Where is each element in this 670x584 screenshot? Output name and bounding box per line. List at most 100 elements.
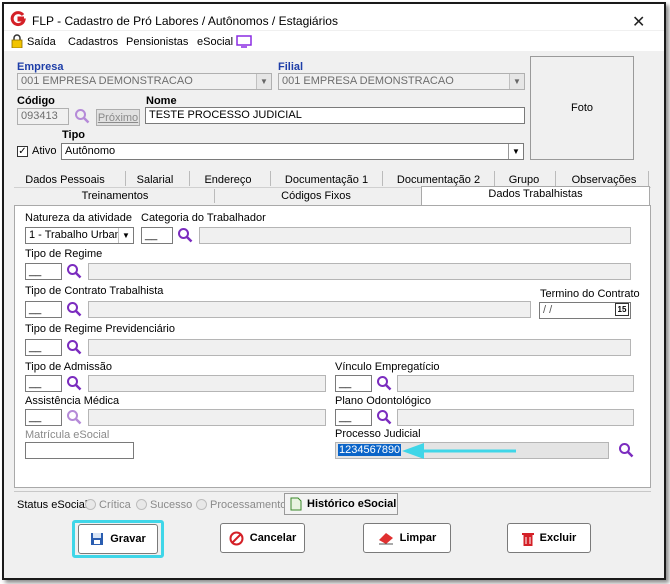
window-title: FLP - Cadastro de Pró Labores / Autônomo…: [32, 14, 338, 28]
calendar-icon[interactable]: 15: [615, 303, 629, 316]
regime-prev-code-input[interactable]: __: [25, 339, 62, 356]
cancel-icon: [229, 531, 244, 545]
gravar-button[interactable]: Gravar: [78, 524, 158, 554]
tab-divider: [125, 171, 126, 186]
search-icon[interactable]: [376, 375, 392, 391]
tab-dados-pessoais[interactable]: Dados Pessoais: [20, 174, 110, 188]
processamento-radio[interactable]: [196, 499, 207, 510]
limpar-button[interactable]: Limpar: [363, 523, 451, 553]
assistencia-description: [88, 409, 326, 426]
admissao-description: [88, 375, 326, 392]
nome-label: Nome: [146, 95, 177, 107]
plano-code-input[interactable]: __: [335, 409, 372, 426]
categoria-label: Categoria do Trabalhador: [141, 212, 266, 224]
search-icon[interactable]: [66, 263, 82, 279]
chevron-down-icon: ▼: [118, 228, 133, 243]
tipo-regime-code-input[interactable]: __: [25, 263, 62, 280]
critica-label: Crítica: [99, 499, 131, 511]
tab-divider: [382, 171, 383, 186]
matricula-input[interactable]: [25, 442, 134, 459]
search-icon[interactable]: [376, 409, 392, 425]
empresa-label: Empresa: [17, 61, 64, 73]
filial-label: Filial: [278, 61, 304, 73]
codigo-input[interactable]: 093413: [17, 108, 69, 125]
processo-label: Processo Judicial: [335, 428, 421, 440]
tipo-regime-description: [88, 263, 631, 280]
categoria-description: [199, 227, 631, 244]
search-icon[interactable]: [74, 108, 90, 124]
app-logo-icon: [10, 11, 26, 27]
tab-divider: [555, 171, 556, 186]
tab-salarial[interactable]: Salarial: [130, 174, 180, 188]
plano-label: Plano Odontológico: [335, 395, 432, 407]
close-icon[interactable]: ✕: [632, 12, 645, 32]
natureza-select[interactable]: 1 - Trabalho Urbano ▼: [25, 227, 134, 244]
monitor-icon[interactable]: [236, 35, 252, 48]
filial-value: 001 EMPRESA DEMONSTRACAO: [282, 75, 454, 87]
regime-prev-description: [88, 339, 631, 356]
tab-divider: [494, 171, 495, 186]
excluir-button[interactable]: Excluir: [507, 523, 591, 553]
menu-pensionistas[interactable]: Pensionistas: [126, 36, 188, 48]
search-icon[interactable]: [177, 227, 193, 243]
historico-esocial-button[interactable]: Histórico eSocial: [284, 493, 398, 515]
proximo-button[interactable]: Próximo: [96, 109, 140, 126]
historico-label: Histórico eSocial: [307, 498, 397, 510]
tab-codigos-fixos[interactable]: Códigos Fixos: [216, 190, 416, 202]
search-icon[interactable]: [618, 442, 634, 458]
tipo-label: Tipo: [62, 129, 86, 141]
critica-radio[interactable]: [85, 499, 96, 510]
ativo-checkbox[interactable]: ✓: [17, 146, 28, 157]
tab-divider: [648, 171, 649, 186]
gravar-label: Gravar: [110, 533, 146, 545]
tipo-regime-label: Tipo de Regime: [25, 248, 103, 260]
processamento-label: Processamento: [210, 499, 287, 511]
chevron-down-icon: ▼: [508, 144, 523, 159]
cancelar-button[interactable]: Cancelar: [220, 523, 305, 553]
tipo-contrato-label: Tipo de Contrato Trabalhista: [25, 285, 164, 297]
divider: [14, 491, 651, 492]
tab-dados-trabalhistas[interactable]: Dados Trabalhistas: [421, 188, 650, 200]
search-icon[interactable]: [66, 409, 82, 425]
categoria-code-input[interactable]: __: [141, 227, 173, 244]
plano-description: [397, 409, 634, 426]
nome-input[interactable]: TESTE PROCESSO JUDICIAL: [145, 107, 525, 124]
termino-value: / /: [543, 304, 553, 316]
tab-treinamentos[interactable]: Treinamentos: [20, 190, 210, 202]
save-icon: [91, 533, 104, 545]
lock-icon: [11, 34, 23, 48]
filial-select[interactable]: 001 EMPRESA DEMONSTRACAO ▼: [278, 73, 525, 90]
sucesso-radio[interactable]: [136, 499, 147, 510]
cancelar-label: Cancelar: [249, 532, 297, 544]
admissao-code-input[interactable]: __: [25, 375, 62, 392]
tab-documentacao-1[interactable]: Documentação 1: [280, 174, 373, 188]
trash-icon: [521, 532, 534, 546]
document-icon: [290, 497, 302, 511]
tab-endereco[interactable]: Endereço: [195, 174, 261, 188]
admissao-label: Tipo de Admissão: [25, 361, 113, 373]
sucesso-label: Sucesso: [150, 499, 193, 511]
limpar-label: Limpar: [399, 532, 437, 544]
tab-divider: [214, 189, 215, 203]
matricula-label: Matrícula eSocial: [25, 429, 110, 441]
regime-prev-label: Tipo de Regime Previdenciário: [25, 323, 175, 335]
empresa-value: 001 EMPRESA DEMONSTRACAO: [21, 75, 193, 87]
ativo-label: Ativo: [32, 145, 57, 157]
tipo-contrato-code-input[interactable]: __: [25, 301, 62, 318]
search-icon[interactable]: [66, 375, 82, 391]
menu-esocial[interactable]: eSocial: [197, 36, 233, 48]
tipo-select[interactable]: Autônomo ▼: [61, 143, 524, 160]
menu-saida[interactable]: Saída: [27, 36, 56, 48]
search-icon[interactable]: [66, 301, 82, 317]
search-icon[interactable]: [66, 339, 82, 355]
tab-divider: [189, 171, 190, 186]
vinculo-code-input[interactable]: __: [335, 375, 372, 392]
empresa-select[interactable]: 001 EMPRESA DEMONSTRACAO ▼: [17, 73, 272, 90]
assistencia-label: Assistência Médica: [25, 395, 120, 407]
eraser-icon: [378, 533, 393, 545]
processo-value: 1234567890: [338, 444, 402, 456]
photo-box[interactable]: Foto: [530, 56, 634, 160]
menu-cadastros[interactable]: Cadastros: [68, 36, 118, 48]
assistencia-code-input[interactable]: __: [25, 409, 62, 426]
pointer-arrow-icon: [402, 443, 516, 459]
